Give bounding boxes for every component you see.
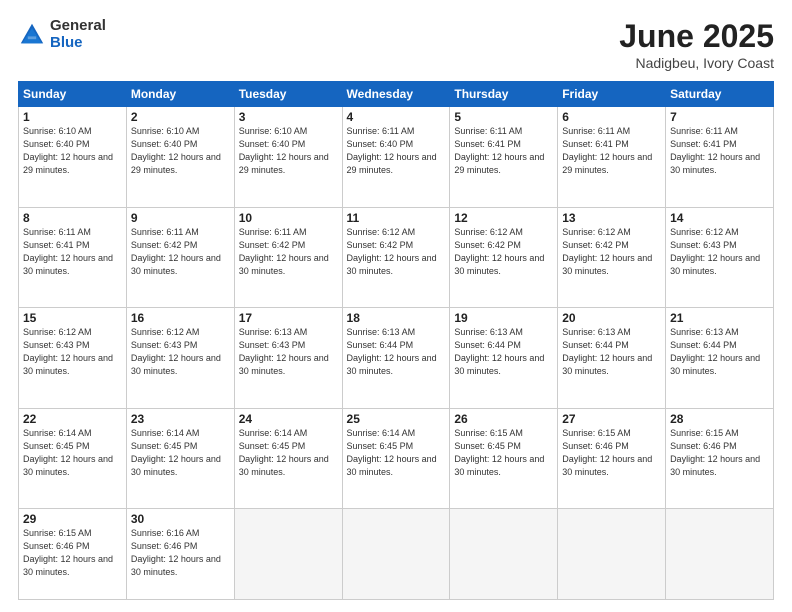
header: General Blue June 2025 Nadigbeu, Ivory C… [18, 18, 774, 71]
table-row: 16Sunrise: 6:12 AMSunset: 6:43 PMDayligh… [126, 308, 234, 409]
table-row: 14Sunrise: 6:12 AMSunset: 6:43 PMDayligh… [666, 207, 774, 308]
col-monday: Monday [126, 82, 234, 107]
table-row: 5Sunrise: 6:11 AMSunset: 6:41 PMDaylight… [450, 107, 558, 208]
table-row: 21Sunrise: 6:13 AMSunset: 6:44 PMDayligh… [666, 308, 774, 409]
table-row: 15Sunrise: 6:12 AMSunset: 6:43 PMDayligh… [19, 308, 127, 409]
table-row: 20Sunrise: 6:13 AMSunset: 6:44 PMDayligh… [558, 308, 666, 409]
title-block: June 2025 Nadigbeu, Ivory Coast [619, 18, 774, 71]
col-wednesday: Wednesday [342, 82, 450, 107]
logo-blue-text: Blue [50, 35, 106, 52]
table-row: 13Sunrise: 6:12 AMSunset: 6:42 PMDayligh… [558, 207, 666, 308]
location: Nadigbeu, Ivory Coast [619, 55, 774, 71]
table-row: 9Sunrise: 6:11 AMSunset: 6:42 PMDaylight… [126, 207, 234, 308]
table-row: 11Sunrise: 6:12 AMSunset: 6:42 PMDayligh… [342, 207, 450, 308]
table-row [666, 509, 774, 600]
table-row: 12Sunrise: 6:12 AMSunset: 6:42 PMDayligh… [450, 207, 558, 308]
table-row: 19Sunrise: 6:13 AMSunset: 6:44 PMDayligh… [450, 308, 558, 409]
table-row: 7Sunrise: 6:11 AMSunset: 6:41 PMDaylight… [666, 107, 774, 208]
calendar-table: Sunday Monday Tuesday Wednesday Thursday… [18, 81, 774, 600]
table-row: 4Sunrise: 6:11 AMSunset: 6:40 PMDaylight… [342, 107, 450, 208]
col-saturday: Saturday [666, 82, 774, 107]
table-row: 27Sunrise: 6:15 AMSunset: 6:46 PMDayligh… [558, 408, 666, 509]
calendar-header-row: Sunday Monday Tuesday Wednesday Thursday… [19, 82, 774, 107]
month-title: June 2025 [619, 18, 774, 55]
col-friday: Friday [558, 82, 666, 107]
table-row: 8Sunrise: 6:11 AMSunset: 6:41 PMDaylight… [19, 207, 127, 308]
table-row: 18Sunrise: 6:13 AMSunset: 6:44 PMDayligh… [342, 308, 450, 409]
table-row [234, 509, 342, 600]
table-row: 24Sunrise: 6:14 AMSunset: 6:45 PMDayligh… [234, 408, 342, 509]
table-row: 3Sunrise: 6:10 AMSunset: 6:40 PMDaylight… [234, 107, 342, 208]
table-row: 28Sunrise: 6:15 AMSunset: 6:46 PMDayligh… [666, 408, 774, 509]
col-thursday: Thursday [450, 82, 558, 107]
logo-general-text: General [50, 18, 106, 35]
table-row: 30Sunrise: 6:16 AMSunset: 6:46 PMDayligh… [126, 509, 234, 600]
logo-text: General Blue [50, 18, 106, 51]
col-tuesday: Tuesday [234, 82, 342, 107]
logo-icon [18, 21, 46, 49]
page: General Blue June 2025 Nadigbeu, Ivory C… [0, 0, 792, 612]
table-row [342, 509, 450, 600]
table-row: 26Sunrise: 6:15 AMSunset: 6:45 PMDayligh… [450, 408, 558, 509]
table-row: 10Sunrise: 6:11 AMSunset: 6:42 PMDayligh… [234, 207, 342, 308]
table-row: 17Sunrise: 6:13 AMSunset: 6:43 PMDayligh… [234, 308, 342, 409]
table-row: 25Sunrise: 6:14 AMSunset: 6:45 PMDayligh… [342, 408, 450, 509]
table-row: 1Sunrise: 6:10 AMSunset: 6:40 PMDaylight… [19, 107, 127, 208]
table-row: 6Sunrise: 6:11 AMSunset: 6:41 PMDaylight… [558, 107, 666, 208]
table-row [450, 509, 558, 600]
logo: General Blue [18, 18, 106, 51]
table-row [558, 509, 666, 600]
col-sunday: Sunday [19, 82, 127, 107]
table-row: 29Sunrise: 6:15 AMSunset: 6:46 PMDayligh… [19, 509, 127, 600]
table-row: 23Sunrise: 6:14 AMSunset: 6:45 PMDayligh… [126, 408, 234, 509]
table-row: 2Sunrise: 6:10 AMSunset: 6:40 PMDaylight… [126, 107, 234, 208]
table-row: 22Sunrise: 6:14 AMSunset: 6:45 PMDayligh… [19, 408, 127, 509]
